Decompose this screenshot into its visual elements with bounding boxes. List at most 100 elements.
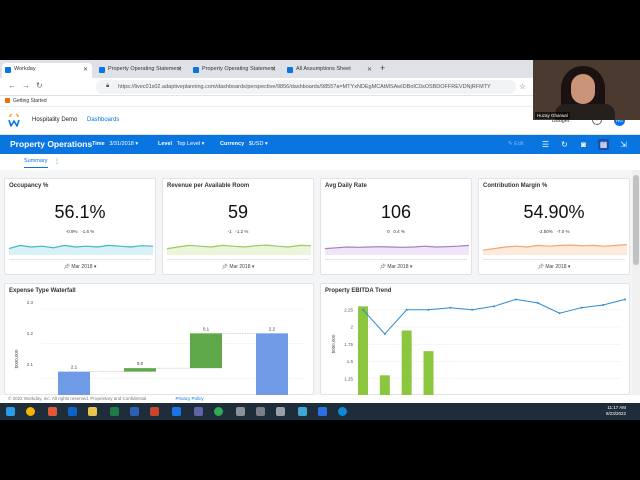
trend-point[interactable] bbox=[493, 305, 495, 308]
trend-point[interactable] bbox=[405, 308, 408, 311]
kpi-value: 59 bbox=[227, 202, 249, 222]
kpi-period-selector[interactable]: 📌︎ Mar 2018 ▾ bbox=[479, 264, 629, 270]
app-icon[interactable] bbox=[298, 407, 307, 416]
bookmark-star-icon[interactable]: ☆ bbox=[519, 82, 526, 91]
nav-dashboards-link[interactable]: Dashboards bbox=[87, 117, 119, 123]
edge-icon[interactable] bbox=[338, 407, 347, 416]
excel-icon[interactable] bbox=[110, 407, 119, 416]
trend-point[interactable] bbox=[558, 312, 561, 315]
trend-point[interactable] bbox=[536, 301, 539, 304]
level-filter-value: Top Level bbox=[176, 141, 201, 147]
time-filter[interactable]: Time 3/31/2018 ▾ bbox=[92, 141, 138, 147]
teams-icon[interactable] bbox=[194, 407, 203, 416]
system-clock[interactable]: 11:17 AM 8/23/2022 bbox=[606, 405, 626, 417]
firefox-icon[interactable] bbox=[48, 407, 57, 416]
word-icon[interactable] bbox=[130, 407, 139, 416]
more-options-icon[interactable]: ⋮ bbox=[54, 158, 60, 165]
url-text: https://livec01s02.adaptiveplanning.com/… bbox=[118, 84, 491, 90]
trend-point[interactable] bbox=[602, 303, 605, 306]
workday-logo-icon[interactable] bbox=[8, 114, 20, 128]
close-tab-icon[interactable]: ✕ bbox=[271, 66, 276, 73]
ebitda-bar[interactable] bbox=[358, 306, 368, 396]
presenter-name-label: Huzay Gharwal bbox=[535, 112, 570, 119]
browser-tab-workday[interactable]: Workday ✕ bbox=[2, 63, 92, 78]
summary-tab-bar: Summary ⋮ bbox=[0, 154, 640, 170]
camera-icon[interactable]: ◙ bbox=[578, 139, 589, 150]
kpi-card-revpar[interactable]: Revenue per Available Room 59 -1 -1.2 % … bbox=[162, 178, 314, 275]
trend-point[interactable] bbox=[471, 308, 474, 311]
close-tab-icon[interactable]: ✕ bbox=[177, 66, 182, 73]
currency-filter[interactable]: Currency $USD ▾ bbox=[220, 141, 268, 147]
browser-tab-property-statement-2[interactable]: Property Operating Statement ✕ bbox=[190, 63, 280, 78]
powerpoint-icon[interactable] bbox=[150, 407, 159, 416]
y-tick-label: 1.25 bbox=[344, 376, 353, 381]
trend-point[interactable] bbox=[383, 332, 386, 335]
ebitda-bar[interactable] bbox=[379, 375, 390, 396]
new-tab-icon[interactable]: + bbox=[380, 63, 385, 73]
forward-icon[interactable]: → bbox=[22, 81, 30, 90]
expand-icon[interactable]: ⇲ bbox=[618, 139, 629, 150]
trend-point[interactable] bbox=[624, 298, 626, 301]
level-filter[interactable]: Level Top Level ▾ bbox=[158, 141, 204, 147]
kpi-sparkline bbox=[483, 244, 627, 255]
ebitda-bar[interactable] bbox=[423, 351, 434, 396]
kpi-card-occupancy[interactable]: Occupancy % 56.1% -0.9% -1.6 % 📌︎ Mar 20… bbox=[4, 178, 156, 275]
trend-point[interactable] bbox=[449, 306, 452, 309]
ebitda-trend-chart-card[interactable]: Property EBITDA Trend $000,000 2.25 2 1.… bbox=[320, 283, 630, 396]
kpi-card-contribution-margin[interactable]: Contribution Margin % 54.90% -2.50% -7.0… bbox=[478, 178, 630, 275]
app-icon[interactable] bbox=[236, 407, 245, 416]
url-input[interactable]: 🔒︎ https://livec01s02.adaptiveplanning.c… bbox=[96, 80, 516, 94]
kpi-title: Revenue per Available Room bbox=[167, 183, 250, 189]
outlook-icon[interactable] bbox=[68, 407, 77, 416]
bar-data-label: 2.2 bbox=[269, 326, 276, 331]
waterfall-bar[interactable] bbox=[190, 333, 222, 369]
waterfall-chart-card[interactable]: Expense Type Waterfall $000,000 2.3 2.2 … bbox=[4, 283, 314, 396]
scrollbar-thumb[interactable] bbox=[633, 175, 639, 265]
kpi-period: Mar 2018 bbox=[71, 264, 93, 270]
divider bbox=[167, 259, 309, 260]
kpi-delta-pct: -7.0 % bbox=[556, 229, 570, 234]
kpi-period-selector[interactable]: 📌︎ Mar 2018 ▾ bbox=[321, 264, 471, 270]
trend-point[interactable] bbox=[514, 298, 517, 301]
y-axis-label: $000,000 bbox=[14, 349, 19, 368]
waterfall-bar[interactable] bbox=[256, 333, 288, 396]
ebitda-trend-chart: $000,000 2.25 2 1.75 1.5 1.25 bbox=[331, 298, 626, 396]
file-explorer-icon[interactable] bbox=[88, 407, 97, 416]
y-tick-label: 2.2 bbox=[27, 331, 34, 336]
filter-icon[interactable]: ☰ bbox=[540, 139, 551, 150]
kpi-delta-pct: 0.4 % bbox=[393, 229, 405, 234]
bookmark-getting-started[interactable]: Getting Started bbox=[13, 98, 47, 104]
browser-tab-property-statement-1[interactable]: Property Operating Statement ✕ bbox=[96, 63, 186, 78]
refresh-icon[interactable]: ↻ bbox=[559, 139, 570, 150]
windows-start-icon[interactable] bbox=[6, 407, 15, 416]
kpi-period-selector[interactable]: 📌︎ Mar 2018 ▾ bbox=[163, 264, 313, 270]
grid-view-icon[interactable]: ▦ bbox=[598, 139, 609, 150]
chrome-icon[interactable] bbox=[26, 407, 35, 416]
kpi-delta-pct: -1.6 % bbox=[81, 229, 95, 234]
trend-point[interactable] bbox=[580, 306, 583, 309]
kpi-card-adr[interactable]: Avg Daily Rate 106 0 0.4 % 📌︎ Mar 2018 ▾ bbox=[320, 178, 472, 275]
kpi-period-selector[interactable]: 📌︎ Mar 2018 ▾ bbox=[5, 264, 155, 270]
waterfall-bar[interactable] bbox=[58, 371, 90, 396]
kpi-period: Mar 2018 bbox=[387, 264, 409, 270]
close-tab-icon[interactable]: ✕ bbox=[367, 66, 372, 73]
waterfall-bar[interactable] bbox=[124, 368, 156, 372]
dashboard-content: Occupancy % 56.1% -0.9% -1.6 % 📌︎ Mar 20… bbox=[0, 170, 632, 396]
page-scrollbar[interactable] bbox=[632, 170, 640, 395]
app-icon[interactable] bbox=[214, 407, 223, 416]
close-tab-icon[interactable]: ✕ bbox=[83, 66, 88, 73]
ebitda-bar[interactable] bbox=[401, 330, 412, 396]
snipping-icon[interactable] bbox=[256, 407, 265, 416]
tab-summary[interactable]: Summary bbox=[24, 158, 48, 168]
app-icon[interactable] bbox=[318, 407, 327, 416]
settings-gear-icon[interactable] bbox=[276, 407, 285, 416]
edit-button[interactable]: ✎ Edit bbox=[508, 141, 524, 147]
trend-point[interactable] bbox=[362, 308, 364, 311]
reload-icon[interactable]: ↻ bbox=[36, 81, 43, 90]
kpi-deltas: -2.50% -7.0 % bbox=[479, 229, 629, 234]
browser-tab-assumptions[interactable]: All Assumptions Sheet ✕ bbox=[284, 63, 376, 78]
privacy-policy-link[interactable]: Privacy Policy bbox=[175, 396, 203, 401]
zoom-icon[interactable] bbox=[172, 407, 181, 416]
back-icon[interactable]: ← bbox=[8, 81, 16, 90]
trend-point[interactable] bbox=[427, 308, 430, 311]
